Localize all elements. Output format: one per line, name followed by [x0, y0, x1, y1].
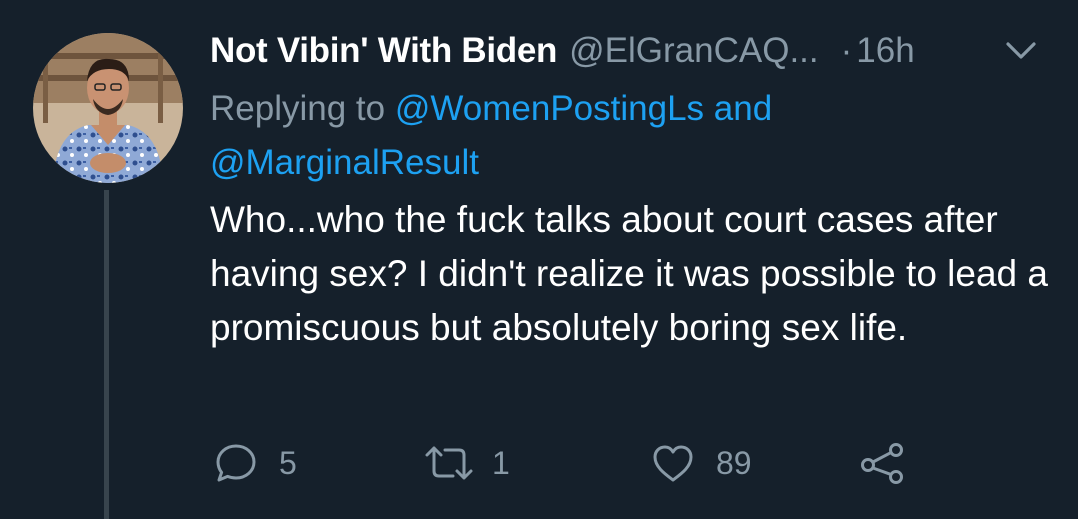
reply-icon	[213, 441, 259, 485]
reply-button[interactable]: 5	[213, 438, 297, 488]
tweet[interactable]: Not Vibin' With Biden @ElGranCAQ... · 16…	[0, 0, 1078, 519]
display-name[interactable]: Not Vibin' With Biden	[210, 31, 557, 71]
mention-link[interactable]: @WomenPostingLs	[395, 89, 704, 128]
heart-icon	[650, 441, 696, 485]
user-handle[interactable]: @ElGranCAQ...	[569, 31, 818, 71]
like-button[interactable]: 89	[650, 438, 752, 488]
reply-count: 5	[279, 444, 297, 481]
like-count: 89	[716, 444, 752, 481]
separator-dot: ·	[840, 31, 853, 70]
retweet-count: 1	[492, 444, 510, 481]
action-bar: 5 1 89	[210, 438, 970, 488]
replying-prefix: Replying to	[210, 89, 386, 128]
tweet-header: Not Vibin' With Biden @ElGranCAQ... · 16…	[210, 28, 1050, 74]
tweet-text: Who...who the fuck talks about court cas…	[210, 199, 1048, 348]
replying-to: Replying to @WomenPostingLs and @Margina…	[210, 82, 970, 190]
retweet-icon	[422, 441, 476, 485]
share-icon	[858, 441, 906, 485]
chevron-down-icon[interactable]	[1002, 35, 1040, 65]
thread-line	[104, 190, 109, 519]
share-button[interactable]	[858, 438, 906, 488]
tweet-time[interactable]: 16h	[856, 31, 914, 71]
mention-link[interactable]: @MarginalResult	[210, 143, 479, 182]
avatar-image	[33, 33, 183, 183]
retweet-button[interactable]: 1	[422, 438, 510, 488]
mention-and[interactable]: and	[714, 89, 772, 128]
avatar[interactable]	[33, 33, 183, 183]
